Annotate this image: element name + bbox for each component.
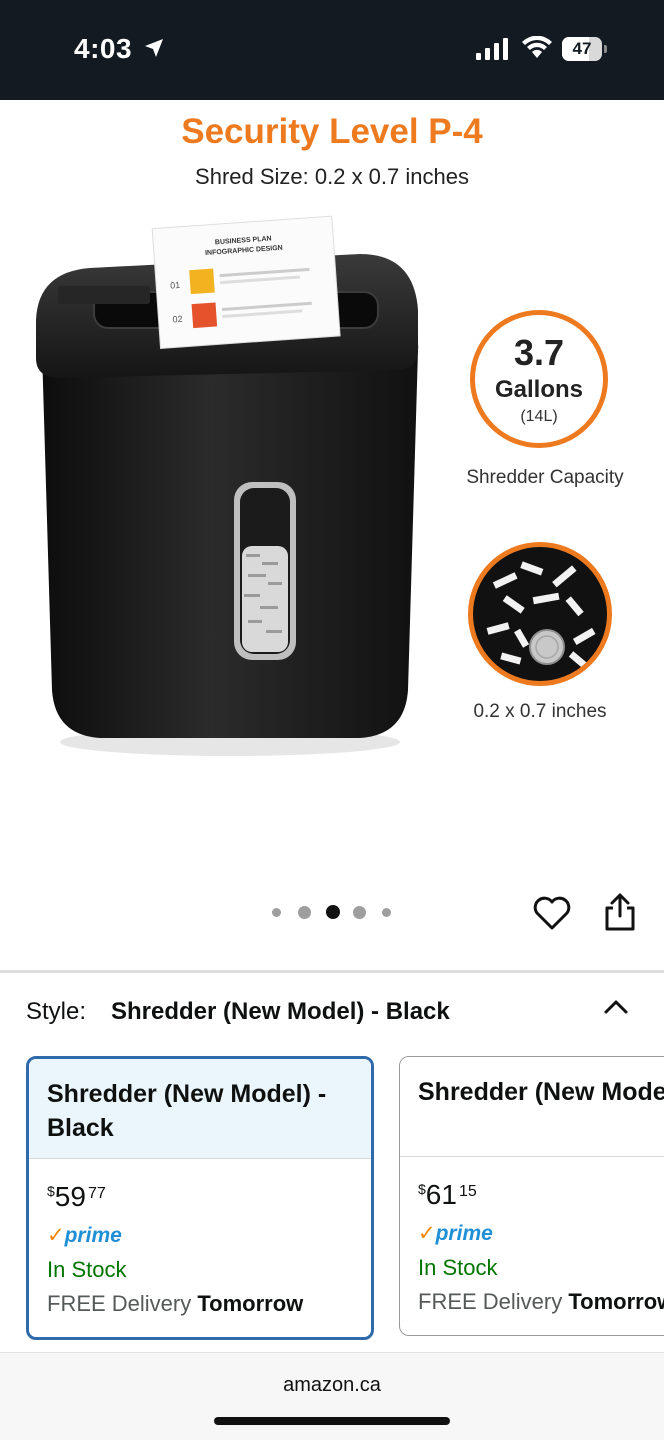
delivery-day: Tomorrow [197, 1291, 304, 1316]
style-option-name: Shredder (New Model) - Black [29, 1059, 371, 1159]
site-domain[interactable]: amazon.ca [0, 1374, 664, 1397]
carousel-dot-active[interactable] [326, 905, 340, 919]
battery-icon: 47 [562, 37, 602, 61]
paper-num-1: 01 [170, 280, 181, 291]
wishlist-heart-icon[interactable] [532, 893, 572, 933]
share-icon[interactable] [602, 892, 638, 932]
delivery-info: FREE Delivery Tomorrow [47, 1291, 303, 1317]
paper-shredder-image: BUSINESS PLAN INFOGRAPHIC DESIGN 01 02 [36, 215, 419, 756]
battery-percent: 47 [572, 39, 592, 58]
capacity-liters: (14L) [520, 408, 558, 425]
style-label: Style: [26, 998, 87, 1025]
capacity-unit: Gallons [494, 376, 584, 403]
style-option-name: Shredder (New Model) - White [400, 1057, 664, 1157]
location-arrow-icon [145, 39, 163, 57]
prime-badge: ✓prime [418, 1221, 493, 1246]
prime-check-icon: ✓ [47, 1224, 65, 1247]
price-cents: 15 [458, 1183, 477, 1200]
price-cents: 77 [87, 1185, 106, 1202]
shredded-paper-image [486, 561, 596, 670]
delivery-info: FREE Delivery Tomorrow [418, 1289, 664, 1315]
price-whole: 61 [425, 1179, 457, 1210]
capacity-value: 3.7 [513, 332, 565, 373]
delivery-prefix: FREE Delivery [418, 1289, 563, 1314]
cellular-signal-icon [476, 38, 508, 60]
chevron-up-icon[interactable] [602, 994, 630, 1022]
security-level-title: Security Level P-4 [181, 112, 483, 151]
capacity-label: Shredder Capacity [466, 467, 624, 488]
currency-symbol: $ [47, 1183, 55, 1199]
currency-symbol: $ [418, 1181, 426, 1197]
carousel-dot[interactable] [353, 906, 366, 919]
style-option-white[interactable]: Shredder (New Model) - White $6115 ✓prim… [399, 1056, 664, 1336]
carousel-dot[interactable] [382, 908, 391, 917]
prime-label: prime [64, 1224, 122, 1247]
shred-size-label: 0.2 x 0.7 inches [473, 701, 607, 722]
prime-check-icon: ✓ [418, 1222, 436, 1245]
prime-label: prime [435, 1222, 493, 1245]
shred-size-photo [468, 542, 612, 686]
carousel-dot[interactable] [272, 908, 281, 917]
style-selected-value: Shredder (New Model) - Black [111, 998, 450, 1025]
price-whole: 59 [54, 1181, 86, 1212]
carousel-dot[interactable] [298, 906, 311, 919]
availability-status: In Stock [418, 1255, 498, 1280]
paper-num-2: 02 [172, 314, 183, 325]
style-option-black[interactable]: Shredder (New Model) - Black $59 77 ✓prim… [26, 1056, 374, 1340]
delivery-prefix: FREE Delivery [47, 1291, 192, 1316]
price: $59 77 [47, 1181, 106, 1213]
delivery-day: Tomorrow [568, 1289, 664, 1314]
home-indicator[interactable] [214, 1417, 450, 1425]
availability-status: In Stock [47, 1257, 127, 1282]
prime-badge: ✓prime [47, 1223, 122, 1248]
status-time: 4:03 [74, 33, 133, 64]
wifi-icon [522, 36, 552, 58]
price: $61 15 [418, 1179, 477, 1211]
shred-size-subtitle: Shred Size: 0.2 x 0.7 inches [195, 164, 469, 189]
section-divider [0, 970, 664, 973]
battery-tip [604, 45, 607, 53]
